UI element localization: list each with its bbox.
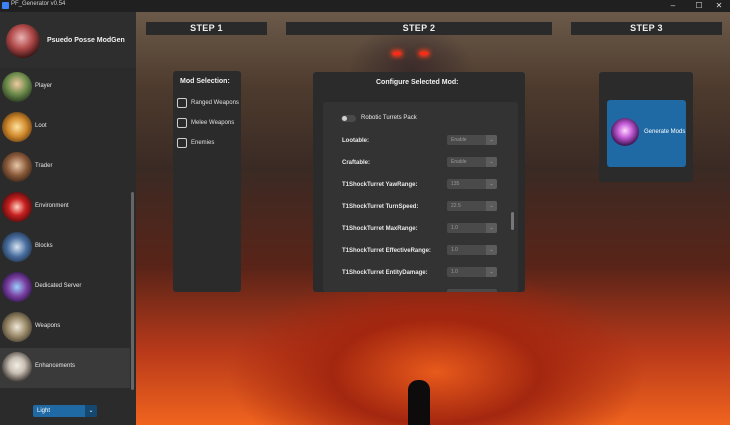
chevron-down-icon[interactable]: ⌄ <box>85 405 97 417</box>
craftable-dropdown[interactable]: Enable ⌄ <box>447 157 497 167</box>
turnspeed-dropdown[interactable]: 22.5 ⌄ <box>447 201 497 211</box>
step-2-header: STEP 2 <box>286 22 552 35</box>
minimize-button[interactable]: – <box>662 0 684 12</box>
entitydamage-dropdown[interactable]: 1.0 ⌄ <box>447 267 497 277</box>
sidebar-item-blocks[interactable]: Blocks <box>0 228 130 268</box>
toggle-knob <box>342 116 347 121</box>
server-avatar-icon <box>2 272 32 302</box>
window-title: PF_Generator v0.54 <box>11 1 66 7</box>
ranged-weapons-checkbox[interactable] <box>177 98 187 108</box>
dropdown-value: Enable <box>451 159 467 165</box>
next-row-dropdown-partial[interactable] <box>447 289 497 292</box>
loot-avatar-icon <box>2 112 32 142</box>
robotic-turrets-label: Robotic Turrets Pack <box>361 115 417 121</box>
sidebar-item-player[interactable]: Player <box>0 68 130 108</box>
dropdown-value: Enable <box>451 137 467 143</box>
configure-mod-title: Configure Selected Mod: <box>376 79 459 86</box>
dropdown-value: 1.0 <box>451 225 458 231</box>
melee-weapons-checkbox[interactable] <box>177 118 187 128</box>
dropdown-value: 1.0 <box>451 247 458 253</box>
demon-eye-right <box>420 52 428 55</box>
enemies-checkbox[interactable] <box>177 138 187 148</box>
sidebar-item-label: Player <box>35 83 53 89</box>
step-1-header: STEP 1 <box>146 22 267 35</box>
weapons-avatar-icon <box>2 312 32 342</box>
close-button[interactable]: ✕ <box>708 0 730 12</box>
app-header: Psuedo Posse ModGen <box>0 12 136 68</box>
step-3-header: STEP 3 <box>571 22 722 35</box>
enhancements-avatar-icon <box>2 352 32 382</box>
sidebar-item-dedicated-server[interactable]: Dedicated Server <box>0 268 130 308</box>
dropdown-value: 135 <box>451 181 460 187</box>
chevron-down-icon[interactable]: ⌄ <box>486 223 497 233</box>
sidebar-item-label: Blocks <box>35 243 53 249</box>
generate-mods-label: Generate Mods <box>644 129 686 135</box>
sidebar-scrollbar-thumb[interactable] <box>131 192 134 390</box>
hooded-figure <box>408 380 430 425</box>
enemies-label: Enemies <box>191 140 215 146</box>
mod-selection-panel: Mod Selection: Ranged Weapons Melee Weap… <box>173 71 241 292</box>
environment-avatar-icon <box>2 192 32 222</box>
sidebar-item-enhancements[interactable]: Enhancements <box>0 348 130 388</box>
title-bar: PF_Generator v0.54 – ☐ ✕ <box>0 0 730 12</box>
dropdown-value: 22.5 <box>451 203 461 209</box>
app-name: Psuedo Posse ModGen <box>47 37 125 44</box>
sidebar-item-loot[interactable]: Loot <box>0 108 130 148</box>
lootable-label: Lootable: <box>342 138 369 144</box>
sidebar-item-label: Dedicated Server <box>35 283 82 289</box>
maxrange-dropdown[interactable]: 1.0 ⌄ <box>447 223 497 233</box>
mod-selection-title: Mod Selection: <box>180 78 230 85</box>
ranged-weapons-label: Ranged Weapons <box>191 100 239 106</box>
player-avatar-icon <box>2 72 32 102</box>
dropdown-value: 1.0 <box>451 269 458 275</box>
yawrange-dropdown[interactable]: 135 ⌄ <box>447 179 497 189</box>
chevron-down-icon[interactable]: ⌄ <box>486 267 497 277</box>
configure-scroll-frame[interactable]: Robotic Turrets Pack Lootable: Enable ⌄ C… <box>323 102 518 292</box>
chevron-down-icon[interactable]: ⌄ <box>486 135 497 145</box>
melee-weapons-label: Melee Weapons <box>191 120 235 126</box>
effectiverange-dropdown[interactable]: 1.0 ⌄ <box>447 245 497 255</box>
configure-scrollbar-thumb[interactable] <box>511 212 514 230</box>
sidebar-item-label: Environment <box>35 203 69 209</box>
sidebar-item-trader[interactable]: Trader <box>0 148 130 188</box>
generate-mods-icon <box>611 118 639 146</box>
maxrange-label: T1ShockTurret MaxRange: <box>342 226 418 232</box>
generate-mods-button[interactable]: Generate Mods <box>607 100 686 167</box>
entitydamage-label: T1ShockTurret EntityDamage: <box>342 270 428 276</box>
sidebar: Psuedo Posse ModGen Player Loot Trader E… <box>0 12 136 425</box>
turnspeed-label: T1ShockTurret TurnSpeed: <box>342 204 419 210</box>
demon-eye-left <box>393 52 401 55</box>
blocks-avatar-icon <box>2 232 32 262</box>
craftable-label: Craftable: <box>342 160 371 166</box>
chevron-down-icon[interactable]: ⌄ <box>486 179 497 189</box>
lootable-dropdown[interactable]: Enable ⌄ <box>447 135 497 145</box>
maximize-button[interactable]: ☐ <box>688 0 710 12</box>
theme-select[interactable]: Light ⌄ <box>33 405 97 417</box>
theme-select-value: Light <box>37 408 51 414</box>
sidebar-item-label: Loot <box>35 123 47 129</box>
app-icon <box>2 2 9 9</box>
robotic-turrets-toggle[interactable] <box>341 115 356 122</box>
sidebar-item-label: Enhancements <box>35 363 76 369</box>
effectiverange-label: T1ShockTurret EffectiveRange: <box>342 248 431 254</box>
sidebar-item-weapons[interactable]: Weapons <box>0 308 130 348</box>
sidebar-item-label: Trader <box>35 163 53 169</box>
sidebar-item-environment[interactable]: Environment <box>0 188 130 228</box>
chevron-down-icon[interactable]: ⌄ <box>486 157 497 167</box>
yawrange-label: T1ShockTurret YawRange: <box>342 182 418 188</box>
chevron-down-icon[interactable]: ⌄ <box>486 201 497 211</box>
app-logo-icon <box>6 24 40 58</box>
chevron-down-icon[interactable]: ⌄ <box>486 245 497 255</box>
trader-avatar-icon <box>2 152 32 182</box>
sidebar-item-label: Weapons <box>35 323 61 329</box>
